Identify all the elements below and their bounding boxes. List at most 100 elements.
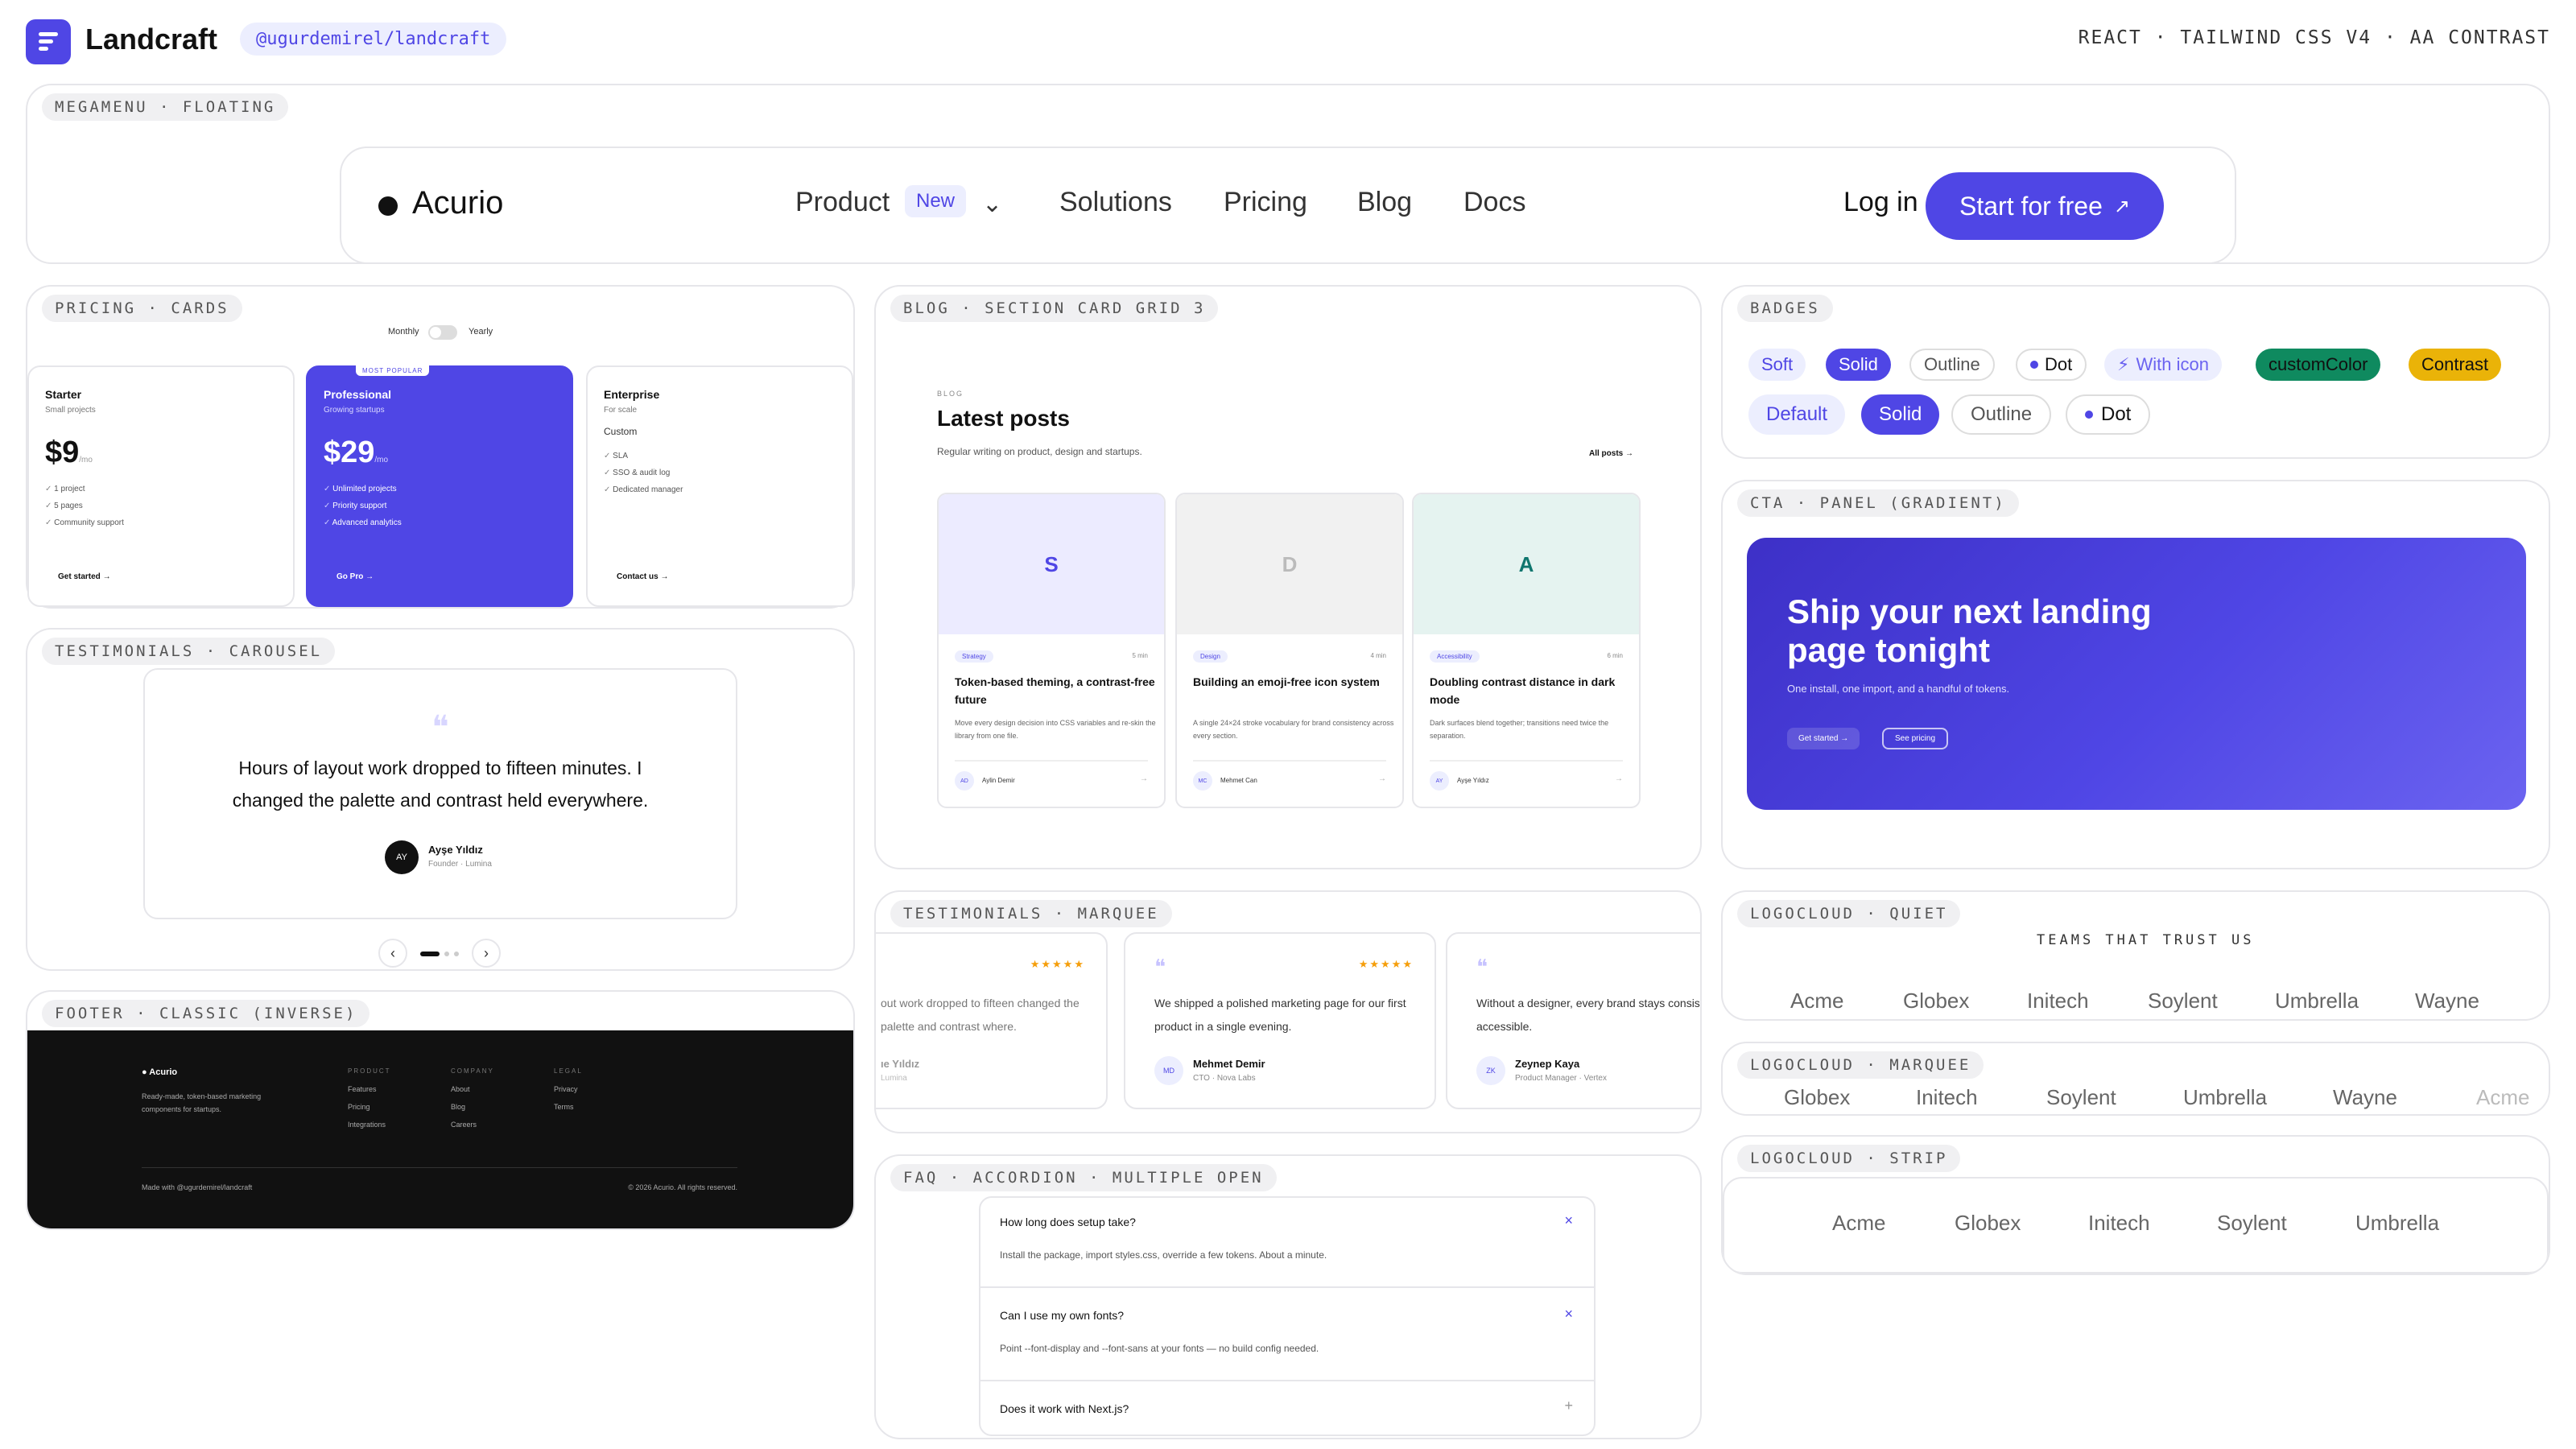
- section-label: CTA · PANEL (GRADIENT): [1737, 489, 2019, 517]
- pricing-card-enterprise: Enterprise For scale Custom SLA SSO & au…: [586, 365, 853, 607]
- section-label: BLOG · SECTION CARD GRID 3: [890, 295, 1219, 322]
- marquee-text: Without a designer, every brand stays co…: [1476, 997, 1700, 1033]
- marquee-card: ★★★★★ out work dropped to fifteen change…: [876, 932, 1108, 1109]
- yearly-label[interactable]: Yearly: [469, 327, 493, 336]
- brand-name: Landcraft: [85, 23, 218, 56]
- section-label: TESTIMONIALS · MARQUEE: [890, 900, 1172, 927]
- section-label: MEGAMENU · FLOATING: [42, 93, 289, 121]
- badge-contrast: Contrast: [2409, 349, 2502, 381]
- logo-soylent: Soylent: [2217, 1211, 2287, 1235]
- logo-soylent: Soylent: [2148, 989, 2218, 1013]
- testimonial-author: Ayşe Yıldız: [428, 844, 483, 856]
- avatar: MC: [1193, 771, 1212, 791]
- nav-item-solutions[interactable]: Solutions: [1059, 187, 1172, 218]
- badge-solid: Solid: [1826, 349, 1891, 381]
- footer-link[interactable]: Blog: [451, 1103, 465, 1111]
- divider: [1430, 760, 1623, 762]
- feature-list: SLA SSO & audit log Dedicated manager: [604, 452, 836, 494]
- billing-toggle[interactable]: [428, 325, 457, 340]
- all-posts-link[interactable]: All posts →: [1589, 449, 1633, 458]
- star-rating: ★★★★★: [1030, 958, 1085, 970]
- footer-made-with[interactable]: Made with @ugurdemirel/landcraft: [142, 1183, 252, 1191]
- blog-card[interactable]: D Design 4 min Building an emoji-free ic…: [1175, 493, 1404, 808]
- faq-question[interactable]: Does it work with Next.js?: [1000, 1402, 1129, 1415]
- post-author: Ayşe Yıldız: [1457, 777, 1489, 784]
- footer-link[interactable]: Features: [348, 1085, 377, 1093]
- post-author: Mehmet Can: [1220, 777, 1257, 784]
- start-free-button[interactable]: Start for free ↗: [1926, 172, 2164, 240]
- repo-badge[interactable]: @ugurdemirel/landcraft: [240, 23, 507, 56]
- logocloud-title: TEAMS THAT TRUST US: [2037, 932, 2255, 948]
- carousel-dot-active[interactable]: [420, 952, 440, 956]
- carousel-dot[interactable]: [454, 952, 459, 956]
- footer-brand[interactable]: ● Acurio: [142, 1067, 177, 1077]
- logo-wayne: Wayne: [2333, 1085, 2397, 1109]
- logocloud-quiet-section: LOGOCLOUD · QUIET TEAMS THAT TRUST US Ac…: [1721, 890, 2550, 1021]
- footer-link[interactable]: Privacy: [554, 1085, 578, 1093]
- footer-copyright: © 2026 Acurio. All rights reserved.: [628, 1183, 737, 1191]
- plus-icon[interactable]: +: [1564, 1397, 1573, 1414]
- badge-outline-lg: Outline: [1951, 394, 2052, 435]
- read-time: 6 min: [1607, 652, 1623, 659]
- plan-subtitle: Growing startups: [324, 406, 385, 415]
- blog-card[interactable]: S Strategy 5 min Token-based theming, a …: [937, 493, 1166, 808]
- feature-item: SSO & audit log: [604, 469, 836, 477]
- contact-us-button[interactable]: Contact us →: [617, 572, 668, 581]
- tech-stack-label: REACT · TAILWIND CSS V4 · AA CONTRAST: [2078, 27, 2550, 48]
- carousel-next-button[interactable]: ›: [472, 939, 501, 968]
- footer-link[interactable]: Terms: [554, 1103, 574, 1111]
- footer-col-title: COMPANY: [451, 1067, 494, 1075]
- category-badge: Strategy: [955, 650, 993, 663]
- go-pro-button[interactable]: Go Pro →: [336, 572, 374, 581]
- footer-link[interactable]: About: [451, 1085, 470, 1093]
- footer-link[interactable]: Integrations: [348, 1121, 386, 1129]
- nav-item-pricing[interactable]: Pricing: [1224, 187, 1307, 218]
- badge-dot-lg: Dot: [2066, 394, 2151, 435]
- nav-item-docs[interactable]: Docs: [1463, 187, 1525, 218]
- testimonials-marquee-section: TESTIMONIALS · MARQUEE ★★★★★ out work dr…: [874, 890, 1702, 1133]
- cta-see-pricing-button[interactable]: See pricing: [1882, 728, 1949, 749]
- avatar: AY: [1430, 771, 1449, 791]
- get-started-button[interactable]: Get started →: [58, 572, 111, 581]
- footer-link[interactable]: Pricing: [348, 1103, 370, 1111]
- new-badge: New: [905, 185, 967, 217]
- section-label: PRICING · CARDS: [42, 295, 242, 322]
- monthly-label[interactable]: Monthly: [388, 327, 419, 336]
- carousel-dot[interactable]: [444, 952, 449, 956]
- cta-get-started-button[interactable]: Get started →: [1787, 728, 1860, 749]
- marquee-author: ıe Yıldız: [881, 1058, 920, 1070]
- login-link[interactable]: Log in: [1843, 187, 1918, 218]
- close-icon[interactable]: ×: [1564, 1306, 1573, 1323]
- testimonial-card: ❝ Hours of layout work dropped to fiftee…: [143, 668, 737, 919]
- faq-question[interactable]: Can I use my own fonts?: [1000, 1309, 1124, 1322]
- section-label: LOGOCLOUD · QUIET: [1737, 900, 1961, 927]
- section-label: FOOTER · CLASSIC (INVERSE): [42, 1000, 370, 1027]
- plan-price: $29/mo: [324, 436, 389, 469]
- cta-subtitle: One install, one import, and a handful o…: [1787, 683, 2010, 695]
- feature-list: 1 project 5 pages Community support: [45, 485, 277, 527]
- arrow-right-icon: →: [1140, 774, 1148, 783]
- faq-accordion: How long does setup take? × Install the …: [979, 1196, 1596, 1436]
- faq-question[interactable]: How long does setup take?: [1000, 1216, 1136, 1228]
- logo-acme: Acme: [1790, 989, 1844, 1013]
- footer-link[interactable]: Careers: [451, 1121, 477, 1129]
- carousel-prev-button[interactable]: ‹: [378, 939, 407, 968]
- post-cover: A: [1414, 494, 1639, 634]
- landcraft-logo-icon: [26, 19, 71, 64]
- plan-subtitle: For scale: [604, 406, 638, 415]
- blog-card[interactable]: A Accessibility 6 min Doubling contrast …: [1412, 493, 1641, 808]
- arrow-right-icon: →: [1378, 774, 1386, 783]
- badge-dot: Dot: [2016, 349, 2087, 381]
- marquee-card: ❝ ★★★★★ We shipped a polished marketing …: [1124, 932, 1436, 1109]
- nav-item-product[interactable]: Product: [795, 187, 890, 218]
- logo-umbrella: Umbrella: [2275, 989, 2359, 1013]
- nav-item-blog[interactable]: Blog: [1357, 187, 1412, 218]
- nav-logo[interactable]: Acurio: [412, 185, 503, 221]
- divider: [980, 1286, 1594, 1288]
- logo-globex: Globex: [1784, 1085, 1851, 1109]
- faq-answer: Install the package, import styles.css, …: [1000, 1249, 1327, 1261]
- quote-icon: ❝: [431, 710, 449, 745]
- chevron-down-icon[interactable]: ⌄: [982, 190, 1002, 218]
- logo-umbrella: Umbrella: [2183, 1085, 2268, 1109]
- close-icon[interactable]: ×: [1564, 1212, 1573, 1229]
